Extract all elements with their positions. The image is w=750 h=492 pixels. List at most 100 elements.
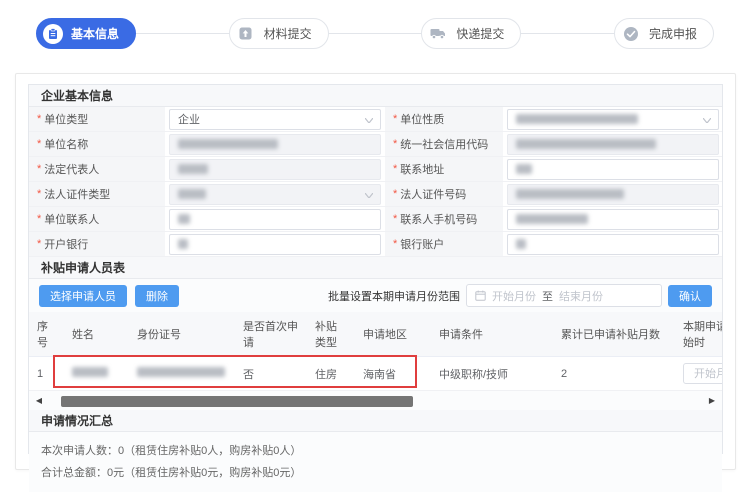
redacted-value: [178, 139, 278, 149]
unit-nature-select[interactable]: [507, 109, 719, 130]
required-marker: *: [37, 138, 41, 150]
redacted-value: [178, 164, 208, 174]
field-label-bank-account: *银行账户: [384, 232, 504, 256]
summary-body: 本次申请人数：0（租赁住房补贴0人，购房补贴0人） 合计总金额：0元（租赁住房补…: [29, 432, 722, 492]
step-label: 材料提交: [264, 25, 312, 42]
required-marker: *: [393, 188, 397, 200]
field-value: [504, 182, 722, 206]
personnel-toolbar: 选择申请人员 删除 批量设置本期申请月份范围 开始月份 至 结束月份 确认: [29, 279, 722, 312]
batch-set-label: 批量设置本期申请月份范围: [328, 288, 460, 304]
step-label: 快递提交: [456, 25, 504, 42]
summary-title: 申请情况汇总: [29, 410, 722, 432]
required-marker: *: [393, 138, 397, 150]
personnel-table-wrapper: 序号 姓名 身份证号 是否首次申请 补贴类型 申请地区 申请条件 累计已申请补贴…: [29, 312, 722, 391]
field-value: [166, 157, 384, 181]
start-month-input-wrapper: [683, 363, 722, 384]
unit-type-select[interactable]: 企业: [169, 109, 381, 130]
required-marker: *: [393, 213, 397, 225]
horizontal-scrollbar: ◀ ▶: [29, 391, 722, 410]
end-month-placeholder[interactable]: 结束月份: [559, 288, 603, 304]
scroll-right-icon[interactable]: ▶: [706, 396, 718, 405]
step-label: 完成申报: [649, 25, 697, 42]
field-label-unit-contact: *单位联系人: [29, 207, 166, 231]
cell-region: 海南省: [355, 357, 431, 391]
summary-applicants-line: 本次申请人数：0（租赁住房补贴0人，购房补贴0人）: [41, 440, 710, 462]
select-applicants-button[interactable]: 选择申请人员: [39, 285, 127, 307]
field-value: [166, 182, 384, 206]
required-marker: *: [393, 238, 397, 250]
form-row: *法人证件类型 *法人证件号码: [29, 182, 722, 207]
redacted-value: [516, 164, 532, 174]
field-value: 企业: [166, 107, 384, 131]
col-subsidy-type: 补贴类型: [307, 312, 355, 357]
batch-set-bar: 批量设置本期申请月份范围 开始月份 至 结束月份 确认: [328, 284, 712, 307]
field-value: [166, 207, 384, 231]
step-connector: [329, 33, 422, 34]
required-marker: *: [37, 188, 41, 200]
scroll-thumb[interactable]: [61, 396, 413, 407]
bank-input[interactable]: [169, 234, 381, 255]
legal-rep-input: [169, 159, 381, 180]
col-id-number: 身份证号: [129, 312, 235, 357]
form-row: *法定代表人 * 联系地址: [29, 157, 722, 182]
redacted-value: [516, 139, 656, 149]
form-row: *开户银行 *银行账户: [29, 232, 722, 257]
scroll-left-icon[interactable]: ◀: [33, 396, 45, 405]
chevron-down-icon: [365, 193, 373, 198]
calendar-icon: [475, 290, 486, 301]
chevron-down-icon: [703, 118, 711, 123]
field-value: [504, 132, 722, 156]
field-label-unit-nature: *单位性质: [384, 107, 504, 131]
label-text: 单位名称: [44, 136, 88, 152]
bank-account-input[interactable]: [507, 234, 719, 255]
contact-mobile-input[interactable]: [507, 209, 719, 230]
step-express-submit[interactable]: 快递提交: [421, 18, 521, 49]
range-separator: 至: [542, 288, 553, 304]
col-first-time: 是否首次申请: [235, 312, 307, 357]
delete-button[interactable]: 删除: [135, 285, 179, 307]
stepper: 基本信息 材料提交 快递提交 完成申报: [0, 0, 750, 49]
step-complete-declaration[interactable]: 完成申报: [614, 18, 714, 49]
company-info-title: 企业基本信息: [29, 85, 722, 107]
label-text: 单位联系人: [44, 211, 99, 227]
confirm-button[interactable]: 确认: [668, 285, 712, 307]
form-row: *单位类型 企业 *单位性质: [29, 107, 722, 132]
field-value: [166, 232, 384, 256]
step-material-submit[interactable]: 材料提交: [229, 18, 329, 49]
required-marker: *: [37, 163, 41, 175]
cell-seq: 1: [29, 357, 64, 391]
step-label: 基本信息: [71, 25, 119, 42]
start-month-placeholder[interactable]: 开始月份: [492, 288, 536, 304]
contact-address-input[interactable]: [507, 159, 719, 180]
label-text: 统一社会信用代码: [400, 136, 488, 152]
scroll-track[interactable]: [45, 395, 706, 407]
check-circle-icon: [621, 24, 641, 44]
field-label-legal-rep: *法定代表人: [29, 157, 166, 181]
cell-cumulative-months: 2: [553, 357, 675, 391]
cell-subsidy-type: 住房: [307, 357, 355, 391]
redacted-value: [516, 189, 624, 199]
unit-name-input: [169, 134, 381, 155]
step-connector: [521, 33, 614, 34]
field-label-legal-id-number: *法人证件号码: [384, 182, 504, 206]
table-header-row: 序号 姓名 身份证号 是否首次申请 补贴类型 申请地区 申请条件 累计已申请补贴…: [29, 312, 722, 357]
label-text: 联系地址: [400, 161, 444, 177]
step-basic-info[interactable]: 基本信息: [36, 18, 136, 49]
col-name: 姓名: [64, 312, 129, 357]
label-text: 单位性质: [400, 111, 444, 127]
redacted-value: [137, 367, 225, 377]
col-region: 申请地区: [355, 312, 431, 357]
table-row[interactable]: 1 否 住房 海南省 中级职称/技师 2: [29, 357, 722, 391]
redacted-value: [72, 367, 108, 377]
month-range-picker[interactable]: 开始月份 至 结束月份: [466, 284, 662, 307]
field-value: [504, 207, 722, 231]
personnel-table: 序号 姓名 身份证号 是否首次申请 补贴类型 申请地区 申请条件 累计已申请补贴…: [29, 312, 722, 391]
upload-doc-icon: [236, 24, 256, 44]
unit-contact-input[interactable]: [169, 209, 381, 230]
start-month-input[interactable]: [694, 368, 722, 380]
summary-amount-line: 合计总金额：0元（租赁住房补贴0元，购房补贴0元）: [41, 462, 710, 484]
label-text: 法定代表人: [44, 161, 99, 177]
chevron-down-icon: [365, 118, 373, 123]
field-label-contact-mobile: *联系人手机号码: [384, 207, 504, 231]
cell-start-month: [675, 357, 722, 391]
